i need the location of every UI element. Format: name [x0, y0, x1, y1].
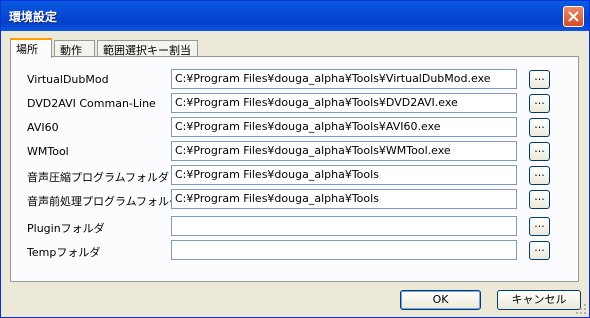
close-icon [568, 11, 579, 22]
tab-label: 場所 [16, 43, 38, 56]
path-input[interactable]: C:¥Program Files¥douga_alpha¥Tools [171, 165, 517, 185]
browse-button[interactable]: ... [529, 241, 550, 260]
browse-button[interactable]: ... [529, 142, 550, 161]
path-input[interactable]: C:¥Program Files¥douga_alpha¥Tools¥Virtu… [171, 69, 517, 89]
path-input[interactable] [171, 216, 517, 236]
path-input[interactable]: C:¥Program Files¥douga_alpha¥Tools¥DVD2A… [171, 93, 517, 113]
setting-row-virtualdubmod: VirtualDubMod C:¥Program Files¥douga_alp… [11, 69, 580, 89]
row-label: Tempフォルダ [27, 246, 101, 259]
row-label: 音声前処理プログラムフォルダ [27, 195, 181, 208]
setting-row-audio-preprocess: 音声前処理プログラムフォルダ C:¥Program Files¥douga_al… [11, 189, 580, 209]
title-bar[interactable]: 環境設定 [1, 1, 589, 31]
browse-button[interactable]: ... [529, 94, 550, 113]
browse-button[interactable]: ... [529, 70, 550, 89]
path-input[interactable]: C:¥Program Files¥douga_alpha¥Tools¥AVI60… [171, 117, 517, 137]
tab-location[interactable]: 場所 [10, 38, 52, 58]
tab-action[interactable]: 動作 [54, 40, 95, 57]
resize-grip-icon[interactable] [575, 303, 587, 315]
close-button[interactable] [563, 6, 584, 27]
row-label: WMTool [27, 145, 69, 158]
setting-row-wmtool: WMTool C:¥Program Files¥douga_alpha¥Tool… [11, 141, 580, 161]
ok-button[interactable]: OK [400, 290, 481, 310]
browse-button[interactable]: ... [529, 217, 550, 236]
browse-button[interactable]: ... [529, 190, 550, 209]
settings-dialog: 環境設定 場所 動作 範囲選択キー割当 VirtualDubMod C:¥Pro… [0, 0, 590, 318]
setting-row-temp: Tempフォルダ ... [11, 240, 580, 260]
path-input[interactable]: C:¥Program Files¥douga_alpha¥Tools¥WMToo… [171, 141, 517, 161]
cancel-button[interactable]: キャンセル [497, 290, 581, 310]
setting-row-plugin: Pluginフォルダ ... [11, 216, 580, 236]
browse-button[interactable]: ... [529, 166, 550, 185]
window-title: 環境設定 [9, 10, 58, 24]
path-input[interactable]: C:¥Program Files¥douga_alpha¥Tools [171, 189, 517, 209]
setting-row-dvd2avi: DVD2AVI Comman-Line C:¥Program Files¥dou… [11, 93, 580, 113]
row-label: DVD2AVI Comman-Line [27, 97, 156, 110]
row-label: VirtualDubMod [27, 73, 109, 86]
row-label: Pluginフォルダ [27, 222, 105, 235]
setting-row-avi60: AVI60 C:¥Program Files¥douga_alpha¥Tools… [11, 117, 580, 137]
setting-row-audio-compress: 音声圧縮プログラムフォルダ C:¥Program Files¥douga_alp… [11, 165, 580, 185]
tab-range-keys[interactable]: 範囲選択キー割当 [97, 40, 198, 57]
row-label: AVI60 [27, 121, 59, 134]
browse-button[interactable]: ... [529, 118, 550, 137]
row-label: 音声圧縮プログラムフォルダ [27, 171, 170, 184]
path-input[interactable] [171, 240, 517, 260]
tab-panel: VirtualDubMod C:¥Program Files¥douga_alp… [10, 56, 579, 282]
